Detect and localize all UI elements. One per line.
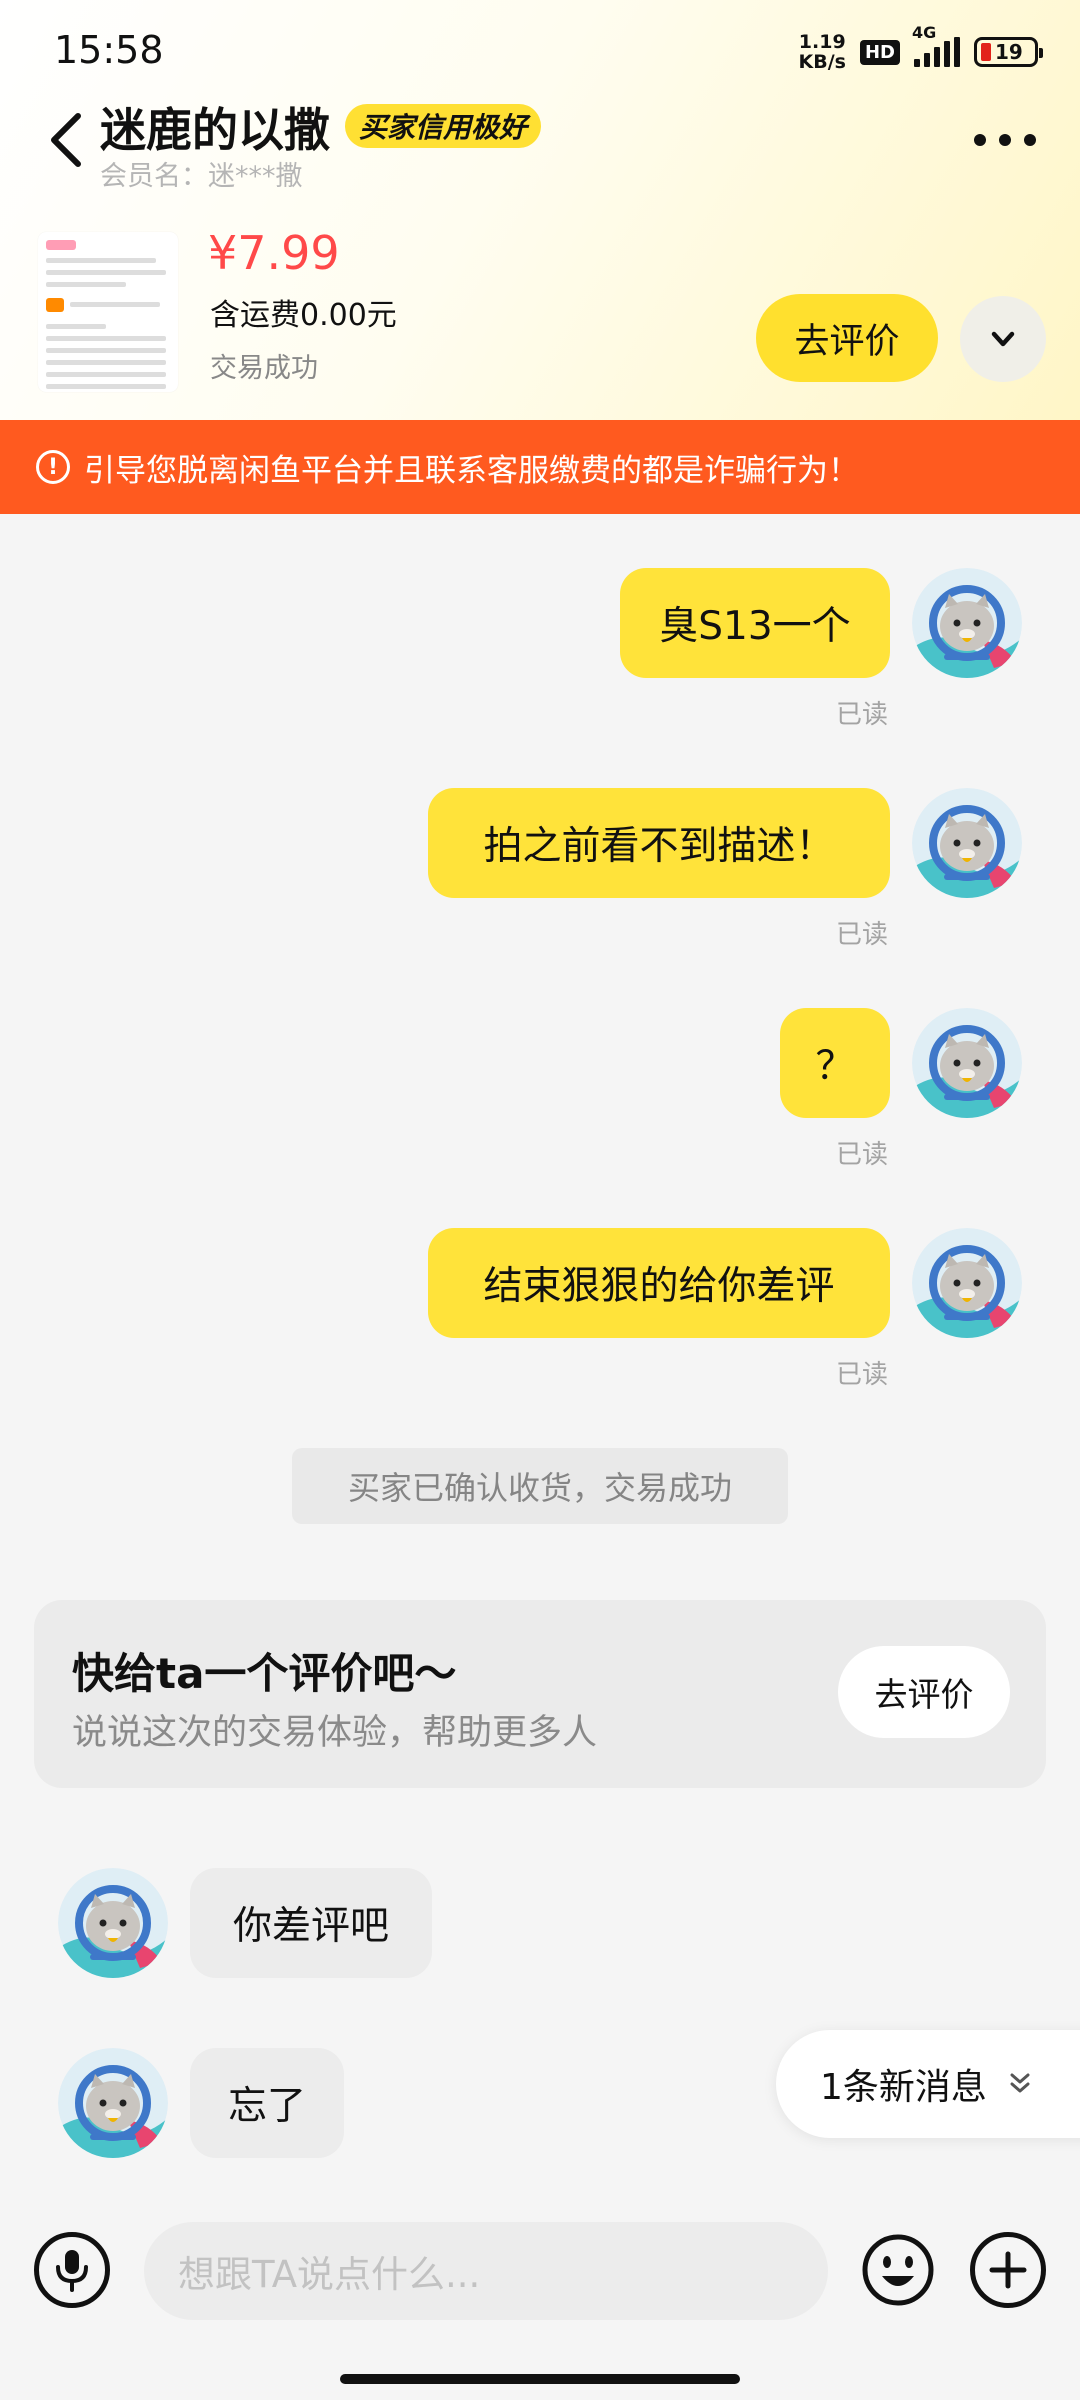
message-bubble-sent[interactable]: ？ <box>780 1008 890 1118</box>
hd-icon: HD <box>859 39 900 65</box>
shipping-fee: 含运费0.00元 <box>210 298 397 333</box>
new-message-indicator[interactable]: 1条新消息 <box>776 2030 1080 2138</box>
warning-text: 引导您脱离闲鱼平台并且联系客服缴费的都是诈骗行为！ <box>84 452 859 489</box>
status-icons: 1.19 KB/s HD 4G 19 <box>799 23 1043 74</box>
read-status: 已读 <box>836 1140 889 1170</box>
message-bubble-sent[interactable]: 拍之前看不到描述！ <box>428 788 890 898</box>
emoji-button[interactable] <box>860 2232 936 2308</box>
battery-icon: 19 <box>974 37 1043 67</box>
cat-avatar-icon <box>912 1008 1022 1118</box>
cat-avatar-icon <box>58 2048 168 2158</box>
message-input[interactable]: 想跟TA说点什么... <box>144 2222 828 2320</box>
system-message: 买家已确认收货，交易成功 <box>292 1448 788 1524</box>
message-bubble-received[interactable]: 忘了 <box>190 2048 344 2158</box>
message-bubble-sent[interactable]: 结束狠狠的给你差评 <box>428 1228 890 1338</box>
network-type: 4G <box>912 23 937 42</box>
fraud-warning-banner: ! 引导您脱离闲鱼平台并且联系客服缴费的都是诈骗行为！ <box>0 420 1080 514</box>
cat-avatar-icon <box>912 1228 1022 1338</box>
chevron-down-icon <box>991 331 1015 347</box>
message-text: 忘了 <box>227 2084 306 2129</box>
message-text: 结束狠狠的给你差评 <box>483 1264 835 1309</box>
home-indicator[interactable] <box>340 2374 740 2384</box>
message-text: ？ <box>815 1044 855 1089</box>
read-status: 已读 <box>836 700 889 730</box>
member-name: 会员名：迷***撒 <box>100 161 303 192</box>
seller-avatar[interactable] <box>58 2048 168 2158</box>
product-thumbnail[interactable] <box>38 232 178 392</box>
cat-avatar-icon <box>58 1868 168 1978</box>
expand-button[interactable] <box>960 296 1046 382</box>
review-prompt-card: 快给ta一个评价吧～ 说说这次的交易体验，帮助更多人 去评价 <box>34 1600 1046 1788</box>
dot-icon <box>974 134 986 146</box>
dot-icon <box>999 134 1011 146</box>
message-bubble-sent[interactable]: 臭S13一个 <box>620 568 890 678</box>
review-card-subtitle: 说说这次的交易体验，帮助更多人 <box>72 1713 598 1753</box>
seller-avatar[interactable] <box>58 1868 168 1978</box>
cat-avatar-icon <box>912 568 1022 678</box>
signal-icon: 4G <box>912 23 960 67</box>
back-button[interactable] <box>44 108 88 172</box>
message-text: 拍之前看不到描述！ <box>483 824 835 869</box>
review-card-title: 快给ta一个评价吧～ <box>72 1649 457 1698</box>
chat-title: 迷鹿的以撒 <box>100 103 330 157</box>
read-status: 已读 <box>836 920 889 950</box>
battery-level: 19 <box>995 40 1023 64</box>
exclamation-icon: ! <box>36 450 70 484</box>
dot-icon <box>1024 134 1036 146</box>
network-speed: 1.19 KB/s <box>799 32 846 72</box>
more-options-button[interactable] <box>974 120 1036 160</box>
microphone-icon <box>56 2250 88 2292</box>
emoji-icon <box>862 2234 934 2306</box>
message-bubble-received[interactable]: 你差评吧 <box>190 1868 432 1978</box>
product-price: ¥7.99 <box>208 226 340 280</box>
my-avatar[interactable] <box>912 1228 1022 1338</box>
double-chevron-down-icon <box>1010 2073 1030 2093</box>
voice-input-button[interactable] <box>34 2232 110 2308</box>
my-avatar[interactable] <box>912 788 1022 898</box>
network-speed-unit: KB/s <box>798 51 846 73</box>
my-avatar[interactable] <box>912 568 1022 678</box>
back-arrow-icon <box>51 113 81 167</box>
status-time: 15:58 <box>54 28 164 72</box>
plus-icon <box>989 2251 1027 2289</box>
cat-avatar-icon <box>912 788 1022 898</box>
read-status: 已读 <box>836 1360 889 1390</box>
trade-status: 交易成功 <box>210 353 318 384</box>
my-avatar[interactable] <box>912 1008 1022 1118</box>
review-button[interactable]: 去评价 <box>756 294 938 382</box>
new-message-text: 1条新消息 <box>820 2067 987 2108</box>
message-text: 你差评吧 <box>232 1904 389 1949</box>
message-text: 臭S13一个 <box>659 604 851 649</box>
review-card-button[interactable]: 去评价 <box>838 1646 1010 1738</box>
more-actions-button[interactable] <box>970 2232 1046 2308</box>
credit-badge: 买家信用极好 <box>345 104 542 148</box>
network-speed-value: 1.19 <box>798 31 846 53</box>
